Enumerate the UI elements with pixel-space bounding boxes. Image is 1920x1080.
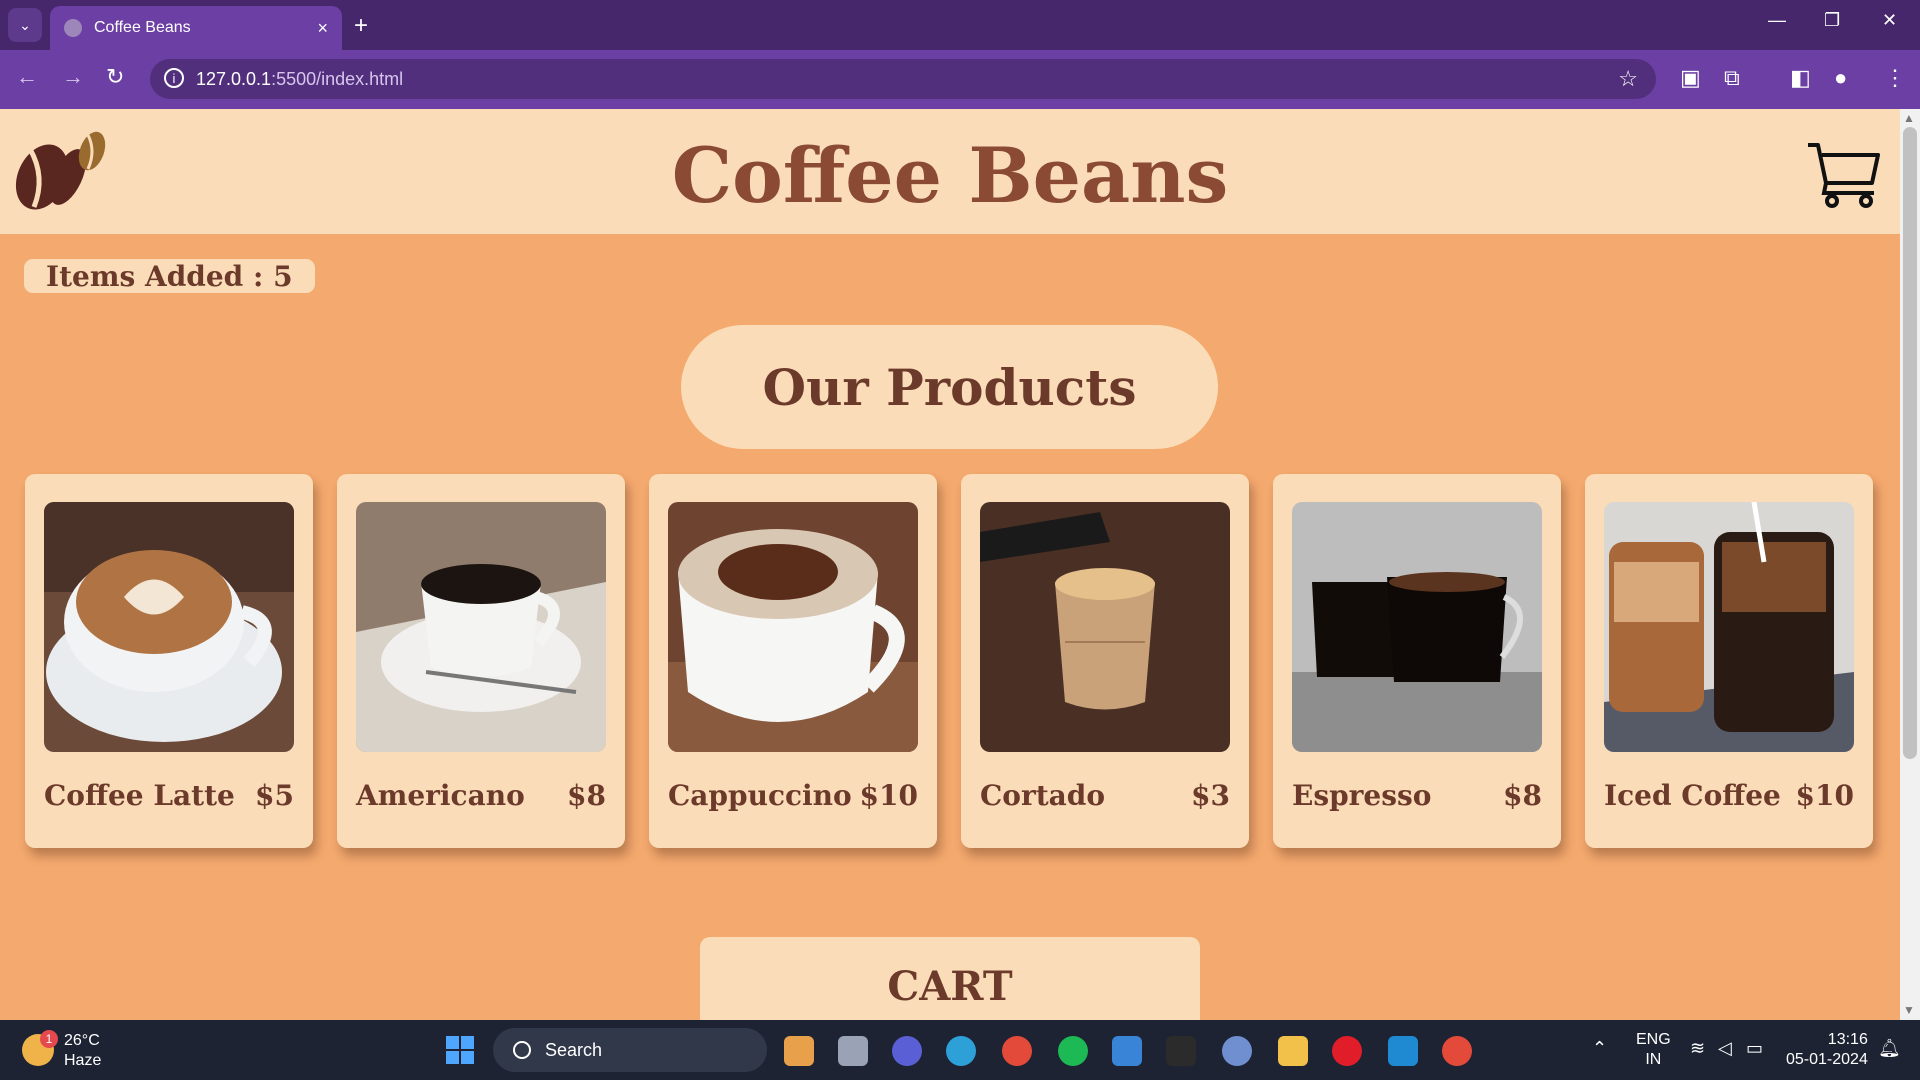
product-price: $10 (1795, 779, 1854, 812)
time: 13:16 (1827, 1031, 1868, 1048)
chrome-icon[interactable] (1002, 1036, 1032, 1066)
puzzle-icon[interactable]: ⧉ (1724, 65, 1740, 91)
windows-taskbar: 1 26°C Haze Search ⌃ ENG IN ≋ ◁ ▭ 13:16 … (0, 1020, 1920, 1080)
forward-icon[interactable]: → (62, 64, 84, 90)
clock[interactable]: 13:16 05-01-2024 (1786, 1030, 1868, 1070)
copilot-icon[interactable] (784, 1036, 814, 1066)
product-price: $8 (567, 779, 606, 812)
scroll-up-icon[interactable]: ▲ (1903, 111, 1915, 125)
cappuccino-image (668, 502, 918, 752)
volume-icon[interactable]: ◁ (1718, 1038, 1732, 1059)
weather-widget[interactable]: 1 26°C Haze (22, 1030, 102, 1070)
site-title: Coffee Beans (671, 131, 1229, 220)
meet-icon[interactable] (892, 1036, 922, 1066)
extension-icon[interactable]: ▣ (1680, 65, 1701, 91)
cortado-image (980, 502, 1230, 752)
windows-logo-icon (446, 1036, 459, 1049)
product-card[interactable]: Iced Coffee $10 (1585, 474, 1873, 848)
new-tab-button[interactable]: + (354, 12, 368, 40)
url-path: :5500/index.html (271, 68, 404, 89)
opera-icon[interactable] (1332, 1036, 1362, 1066)
product-name: Americano (356, 779, 525, 812)
product-name: Iced Coffee (1604, 779, 1781, 812)
iced-coffee-image (1604, 502, 1854, 752)
mail-icon[interactable] (1112, 1036, 1142, 1066)
lang-top: ENG (1636, 1031, 1671, 1048)
product-card[interactable]: Coffee Latte $5 (25, 474, 313, 848)
scroll-down-icon[interactable]: ▼ (1903, 1003, 1915, 1017)
reload-icon[interactable]: ↻ (106, 64, 124, 90)
items-added-counter: Items Added : 5 (24, 259, 315, 293)
page-scrollbar[interactable]: ▲ ▼ (1900, 109, 1920, 1020)
close-window-icon[interactable]: ✕ (1882, 10, 1897, 31)
product-price: $8 (1503, 779, 1542, 812)
products-heading: Our Products (681, 325, 1218, 449)
tab-title: Coffee Beans (94, 19, 191, 36)
taskbar-search[interactable]: Search (493, 1028, 767, 1072)
task-view-icon[interactable] (838, 1036, 868, 1066)
scrollbar-thumb[interactable] (1903, 127, 1917, 759)
side-panel-icon[interactable]: ◧ (1790, 65, 1811, 91)
product-card[interactable]: Cappuccino $10 (649, 474, 937, 848)
product-price: $10 (859, 779, 918, 812)
weather-badge: 1 (40, 1030, 58, 1048)
address-bar[interactable]: i 127.0.0.1:5500/index.html ☆ (150, 59, 1656, 99)
edge-icon[interactable] (946, 1036, 976, 1066)
temperature: 26°C (64, 1032, 100, 1049)
minimize-icon[interactable]: — (1768, 10, 1786, 31)
browser-tab[interactable]: Coffee Beans × (50, 6, 342, 50)
bookmark-star-icon[interactable]: ☆ (1618, 66, 1638, 92)
product-price: $5 (255, 779, 294, 812)
menu-dots-icon[interactable]: ⋮ (1884, 65, 1906, 91)
chrome-active-icon[interactable] (1442, 1036, 1472, 1066)
search-label: Search (545, 1039, 603, 1060)
close-tab-icon[interactable]: × (317, 18, 328, 39)
davinci-icon[interactable] (1166, 1036, 1196, 1066)
cart-heading: CART (700, 937, 1200, 1020)
site-info-icon[interactable]: i (164, 68, 184, 88)
language-indicator[interactable]: ENG IN (1636, 1030, 1671, 1070)
browser-toolbar: ← → ↻ i 127.0.0.1:5500/index.html ☆ ▣ ⧉ … (0, 50, 1920, 109)
profile-icon[interactable]: ● (1834, 65, 1847, 91)
tab-search-button[interactable]: ⌄ (8, 8, 42, 42)
back-icon[interactable]: ← (16, 64, 38, 90)
start-button[interactable] (446, 1036, 474, 1064)
coffee-latte-image (44, 502, 294, 752)
product-card[interactable]: Espresso $8 (1273, 474, 1561, 848)
restore-icon[interactable]: ❐ (1824, 10, 1840, 31)
globe-icon (64, 19, 82, 37)
file-explorer-icon[interactable] (1278, 1036, 1308, 1066)
battery-icon[interactable]: ▭ (1746, 1038, 1763, 1059)
url-host: 127.0.0.1 (196, 68, 272, 89)
product-name: Cappuccino (668, 779, 852, 812)
date: 05-01-2024 (1786, 1051, 1868, 1068)
notification-bell-icon[interactable]: 🔔︎ (1878, 1038, 1901, 1059)
product-name: Coffee Latte (44, 779, 235, 812)
site-header: Coffee Beans (0, 109, 1900, 234)
lang-bottom: IN (1645, 1051, 1662, 1068)
wifi-icon[interactable]: ≋ (1690, 1038, 1705, 1059)
product-card[interactable]: Americano $8 (337, 474, 625, 848)
vscode-icon[interactable] (1388, 1036, 1418, 1066)
weather-condition: Haze (64, 1052, 102, 1069)
americano-image (356, 502, 606, 752)
product-card[interactable]: Cortado $3 (961, 474, 1249, 848)
chevron-up-icon[interactable]: ⌃ (1592, 1038, 1607, 1059)
product-name: Cortado (980, 779, 1106, 812)
page-content: Coffee Beans Items Added : 5 Our Product… (0, 109, 1900, 1020)
product-list: Coffee Latte $5 Americano $8 Cappuccino … (25, 474, 1875, 848)
product-price: $3 (1191, 779, 1230, 812)
spotify-icon[interactable] (1058, 1036, 1088, 1066)
espresso-image (1292, 502, 1542, 752)
product-name: Espresso (1292, 779, 1432, 812)
shopping-cart-icon[interactable] (1806, 139, 1882, 209)
chevron-down-icon: ⌄ (19, 16, 31, 33)
search-icon (513, 1041, 531, 1059)
r-app-icon[interactable] (1222, 1036, 1252, 1066)
browser-titlebar: ⌄ Coffee Beans × + — ❐ ✕ (0, 0, 1920, 50)
